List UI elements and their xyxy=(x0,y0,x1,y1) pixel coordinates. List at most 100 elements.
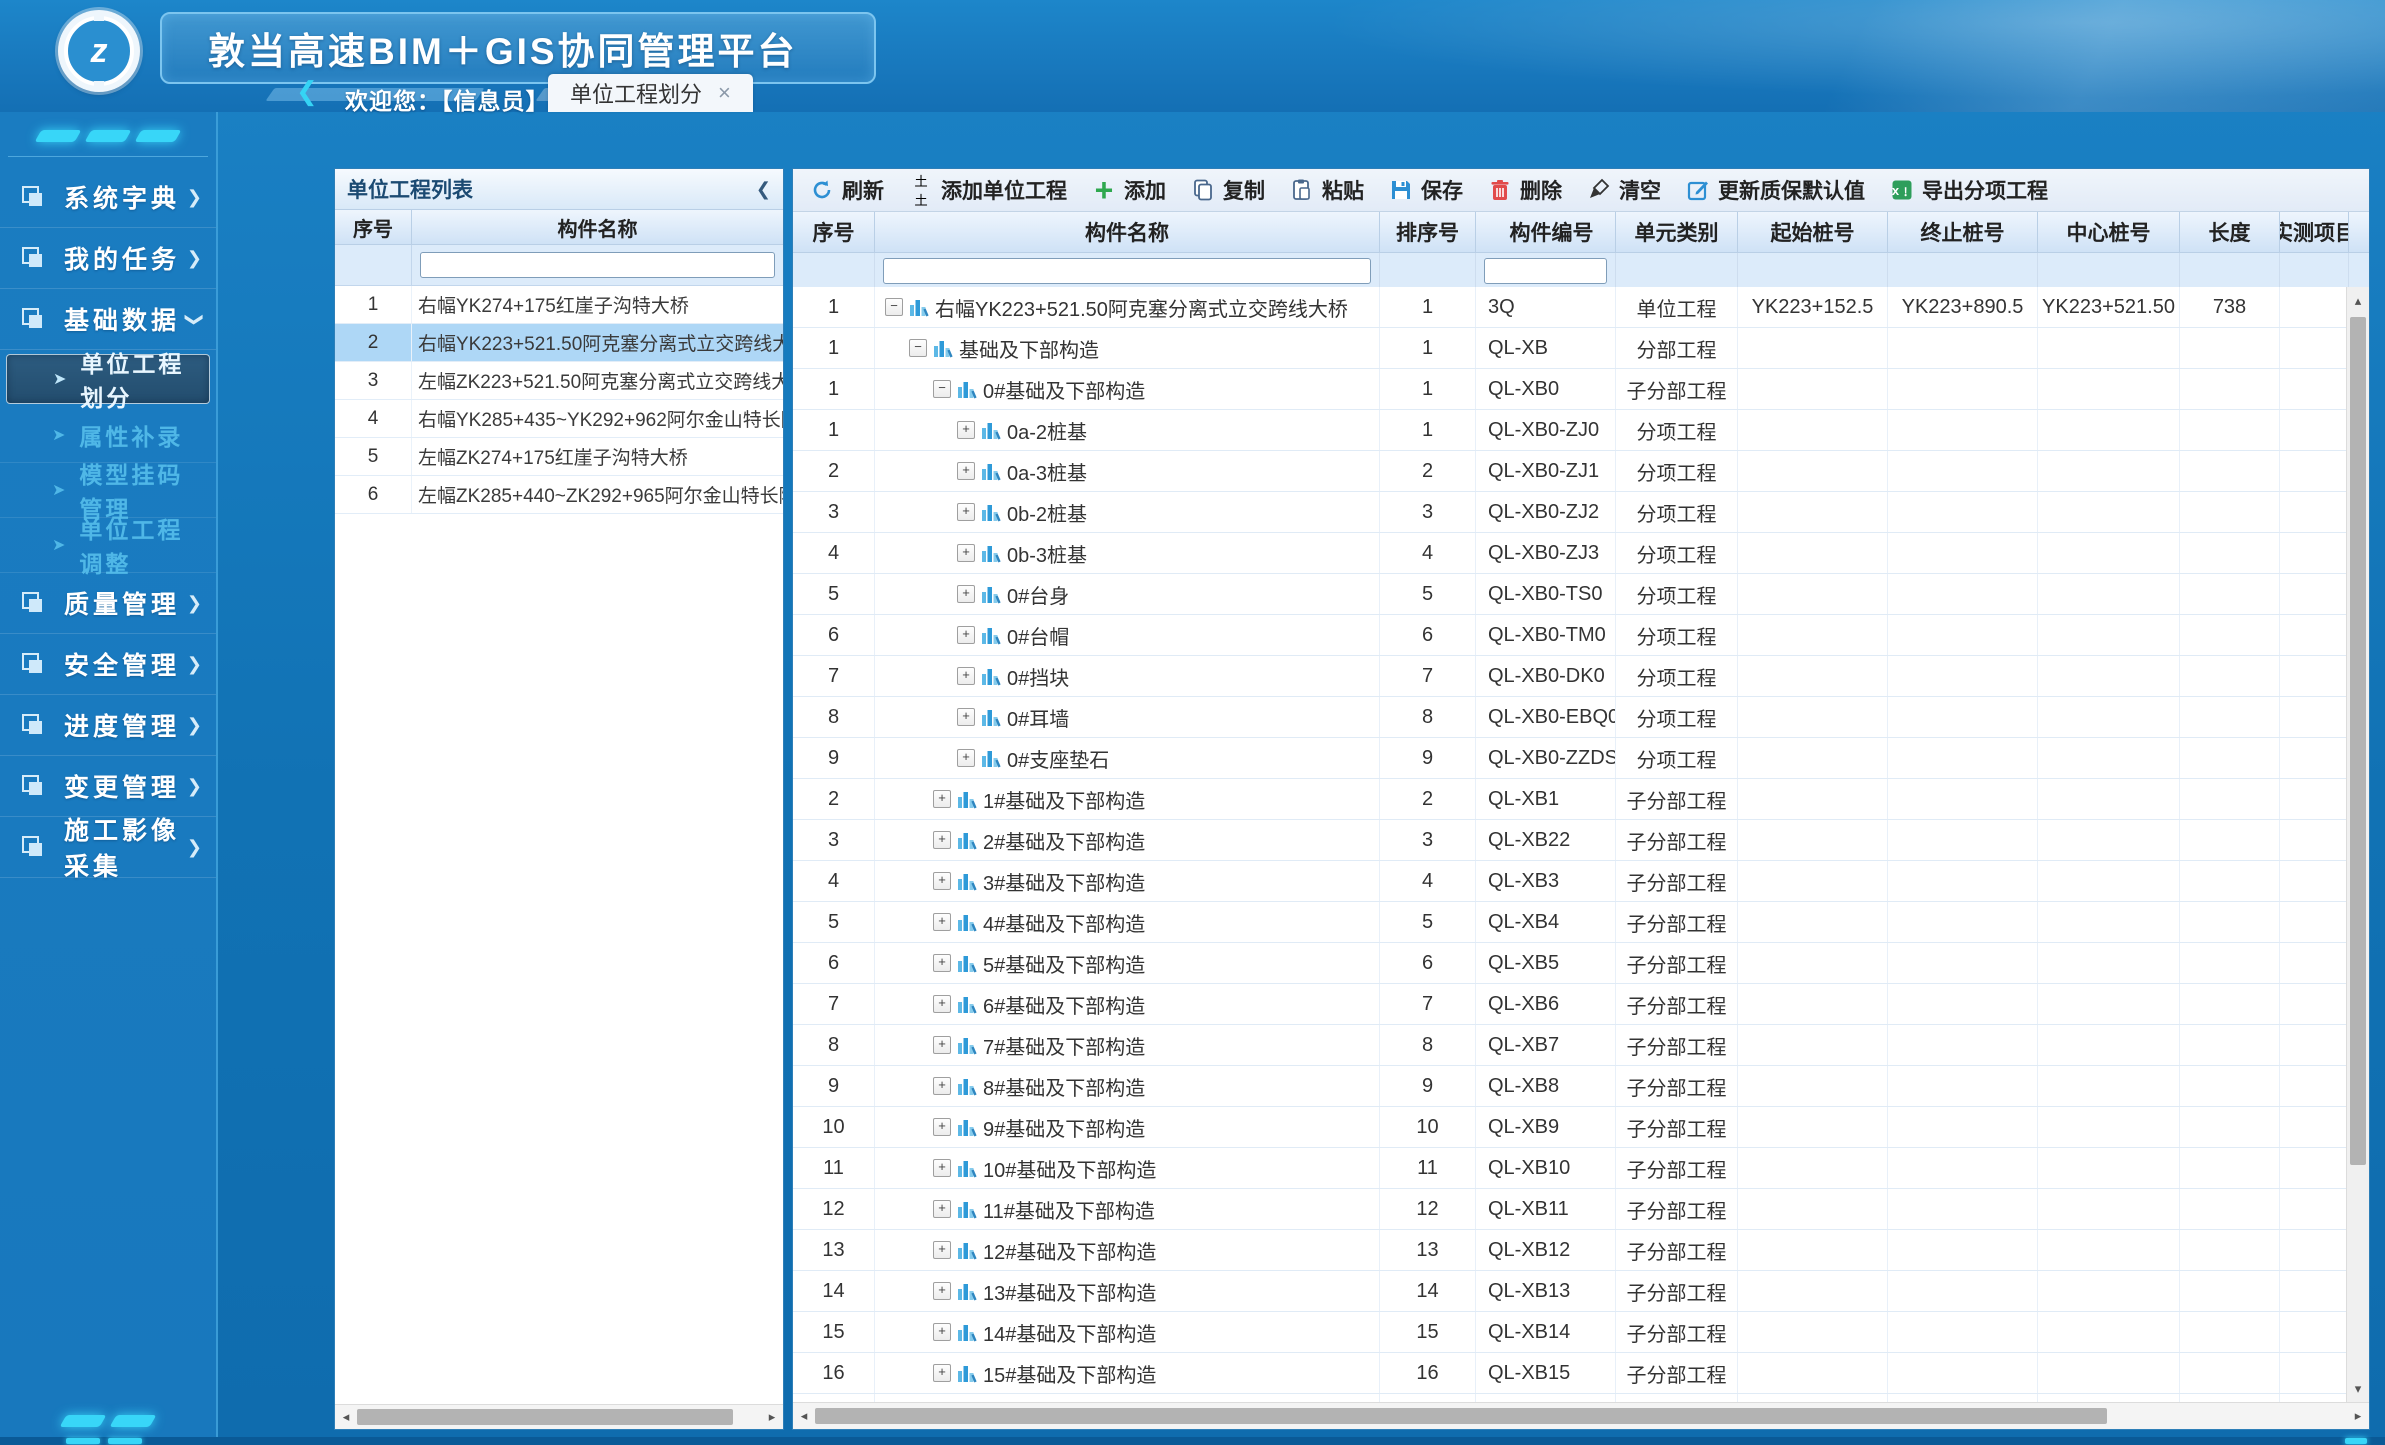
复制-button[interactable]: 复制 xyxy=(1180,173,1275,207)
sidebar-subitem-单位工程调整[interactable]: ➤单位工程调整 xyxy=(0,518,216,573)
table-row[interactable]: 1−0#基础及下部构造1QL-XB0子分部工程 xyxy=(793,369,2347,410)
table-row[interactable]: 2+0a-3桩基2QL-XB0-ZJ1分项工程 xyxy=(793,451,2347,492)
导出分项工程-button[interactable]: x﹗导出分项工程 xyxy=(1879,173,2058,207)
table-row[interactable]: 1−右幅YK223+521.50阿克塞分离式立交跨线大桥13Q单位工程YK223… xyxy=(793,287,2347,328)
expand-node-icon[interactable]: + xyxy=(933,995,951,1013)
sidebar-subitem-单位工程划分[interactable]: ➤单位工程划分 xyxy=(6,354,210,404)
expand-node-icon[interactable]: + xyxy=(957,544,975,562)
scroll-up-icon[interactable]: ▴ xyxy=(2347,289,2369,313)
expand-node-icon[interactable]: + xyxy=(957,626,975,644)
panel-collapse-icon[interactable]: ❮ xyxy=(756,179,771,200)
expand-node-icon[interactable]: + xyxy=(933,913,951,931)
tab-close-icon[interactable]: × xyxy=(718,82,731,104)
list-item[interactable]: 4右幅YK285+435~YK292+962阿尔金山特长隧道 xyxy=(335,400,783,438)
table-row[interactable]: 4+3#基础及下部构造4QL-XB3子分部工程 xyxy=(793,861,2347,902)
table-row[interactable]: 1+0a-2桩基1QL-XB0-ZJ0分项工程 xyxy=(793,410,2347,451)
table-row[interactable]: 13+12#基础及下部构造13QL-XB12子分部工程 xyxy=(793,1230,2347,1271)
清空-button[interactable]: 清空 xyxy=(1576,173,1671,207)
table-row[interactable]: 14+13#基础及下部构造14QL-XB13子分部工程 xyxy=(793,1271,2347,1312)
expand-node-icon[interactable]: + xyxy=(957,585,975,603)
collapse-node-icon[interactable]: − xyxy=(885,298,903,316)
table-row[interactable]: 7+6#基础及下部构造7QL-XB6子分部工程 xyxy=(793,984,2347,1025)
collapse-node-icon[interactable]: − xyxy=(909,339,927,357)
name-filter-input[interactable] xyxy=(883,258,1371,284)
sidebar-item-质量管理[interactable]: 质量管理❯ xyxy=(0,573,216,634)
expand-node-icon[interactable]: + xyxy=(957,708,975,726)
sidebar-item-基础数据[interactable]: 基础数据❯ xyxy=(0,289,216,350)
table-row[interactable]: 2+1#基础及下部构造2QL-XB1子分部工程 xyxy=(793,779,2347,820)
expand-node-icon[interactable]: + xyxy=(933,1036,951,1054)
scroll-left-icon[interactable]: ◂ xyxy=(335,1405,357,1429)
code-filter-input[interactable] xyxy=(1484,258,1607,284)
scroll-right-icon[interactable]: ▸ xyxy=(761,1405,783,1429)
table-row[interactable]: 9+0#支座垫石9QL-XB0-ZZDS0分项工程 xyxy=(793,738,2347,779)
sidebar-item-进度管理[interactable]: 进度管理❯ xyxy=(0,695,216,756)
sidebar-item-安全管理[interactable]: 安全管理❯ xyxy=(0,634,216,695)
expand-node-icon[interactable]: + xyxy=(957,749,975,767)
sidebar-item-我的任务[interactable]: 我的任务❯ xyxy=(0,228,216,289)
expand-node-icon[interactable]: + xyxy=(933,831,951,849)
table-row[interactable]: 1−基础及下部构造1QL-XB分部工程 xyxy=(793,328,2347,369)
scroll-right-icon[interactable]: ▸ xyxy=(2347,1404,2369,1428)
expand-node-icon[interactable]: + xyxy=(957,421,975,439)
scrollbar-thumb[interactable] xyxy=(357,1409,733,1425)
sidebar-subitem-属性补录[interactable]: ➤属性补录 xyxy=(0,408,216,463)
list-item[interactable]: 5左幅ZK274+175红崖子沟特大桥 xyxy=(335,438,783,476)
expand-node-icon[interactable]: + xyxy=(933,872,951,890)
scrollbar-thumb[interactable] xyxy=(2350,317,2366,1165)
expand-node-icon[interactable]: + xyxy=(933,1200,951,1218)
main-horizontal-scrollbar[interactable]: ◂ ▸ xyxy=(793,1402,2369,1429)
collapse-node-icon[interactable]: − xyxy=(933,380,951,398)
sidebar-subitem-模型挂码管理[interactable]: ➤模型挂码管理 xyxy=(0,463,216,518)
table-row[interactable]: 8+0#耳墙8QL-XB0-EBQ0分项工程 xyxy=(793,697,2347,738)
list-item[interactable]: 6左幅ZK285+440~ZK292+965阿尔金山特长隧道 xyxy=(335,476,783,514)
table-row[interactable]: 6+0#台帽6QL-XB0-TM0分项工程 xyxy=(793,615,2347,656)
table-row[interactable]: 7+0#挡块7QL-XB0-DK0分项工程 xyxy=(793,656,2347,697)
table-row[interactable]: 6+5#基础及下部构造6QL-XB5子分部工程 xyxy=(793,943,2347,984)
left-panel-horizontal-scrollbar[interactable]: ◂ ▸ xyxy=(335,1404,783,1429)
sidebar-collapse-icon[interactable]: ❮ xyxy=(296,78,318,104)
添加单位工程-button[interactable]: 土土添加单位工程 xyxy=(898,173,1077,207)
left-name-filter-input[interactable] xyxy=(420,252,775,278)
scrollbar-thumb[interactable] xyxy=(815,1408,2107,1424)
table-row[interactable]: 16+15#基础及下部构造16QL-XB15子分部工程 xyxy=(793,1353,2347,1394)
table-row[interactable]: 8+7#基础及下部构造8QL-XB7子分部工程 xyxy=(793,1025,2347,1066)
table-row[interactable]: 15+14#基础及下部构造15QL-XB14子分部工程 xyxy=(793,1312,2347,1353)
table-row[interactable]: 11+10#基础及下部构造11QL-XB10子分部工程 xyxy=(793,1148,2347,1189)
sidebar-item-系统字典[interactable]: 系统字典❯ xyxy=(0,167,216,228)
expand-node-icon[interactable]: + xyxy=(933,1077,951,1095)
刷新-button[interactable]: 刷新 xyxy=(799,173,894,207)
expand-node-icon[interactable]: + xyxy=(933,1241,951,1259)
table-row[interactable]: 3+2#基础及下部构造3QL-XB22子分部工程 xyxy=(793,820,2347,861)
table-row[interactable]: 9+8#基础及下部构造9QL-XB8子分部工程 xyxy=(793,1066,2347,1107)
保存-button[interactable]: 保存 xyxy=(1378,173,1473,207)
expand-node-icon[interactable]: + xyxy=(933,1282,951,1300)
vertical-scrollbar[interactable]: ▴ ▾ xyxy=(2346,287,2369,1403)
list-item[interactable]: 3左幅ZK223+521.50阿克塞分离式立交跨线大桥 xyxy=(335,362,783,400)
table-row[interactable]: 5+4#基础及下部构造5QL-XB4子分部工程 xyxy=(793,902,2347,943)
scroll-left-icon[interactable]: ◂ xyxy=(793,1404,815,1428)
tab-unit-project-division[interactable]: 单位工程划分 × xyxy=(548,74,753,112)
table-row[interactable]: 3+0b-2桩基3QL-XB0-ZJ2分项工程 xyxy=(793,492,2347,533)
expand-node-icon[interactable]: + xyxy=(957,667,975,685)
expand-node-icon[interactable]: + xyxy=(933,790,951,808)
expand-node-icon[interactable]: + xyxy=(957,462,975,480)
list-item[interactable]: 1右幅YK274+175红崖子沟特大桥 xyxy=(335,286,783,324)
expand-node-icon[interactable]: + xyxy=(933,1323,951,1341)
更新质保默认值-button[interactable]: 更新质保默认值 xyxy=(1675,173,1875,207)
scroll-down-icon[interactable]: ▾ xyxy=(2347,1377,2369,1401)
sidebar-item-施工影像采集[interactable]: 施工影像采集❯ xyxy=(0,817,216,878)
expand-node-icon[interactable]: + xyxy=(933,1118,951,1136)
粘贴-button[interactable]: 粘贴 xyxy=(1279,173,1374,207)
删除-button[interactable]: 删除 xyxy=(1477,173,1572,207)
list-item[interactable]: 2右幅YK223+521.50阿克塞分离式立交跨线大桥 xyxy=(335,324,783,362)
expand-node-icon[interactable]: + xyxy=(933,1159,951,1177)
sidebar-item-变更管理[interactable]: 变更管理❯ xyxy=(0,756,216,817)
table-row[interactable]: 12+11#基础及下部构造12QL-XB11子分部工程 xyxy=(793,1189,2347,1230)
table-row[interactable]: 5+0#台身5QL-XB0-TS0分项工程 xyxy=(793,574,2347,615)
table-row[interactable]: 10+9#基础及下部构造10QL-XB9子分部工程 xyxy=(793,1107,2347,1148)
table-row[interactable]: 4+0b-3桩基4QL-XB0-ZJ3分项工程 xyxy=(793,533,2347,574)
添加-button[interactable]: +添加 xyxy=(1081,173,1176,207)
expand-node-icon[interactable]: + xyxy=(957,503,975,521)
expand-node-icon[interactable]: + xyxy=(933,954,951,972)
